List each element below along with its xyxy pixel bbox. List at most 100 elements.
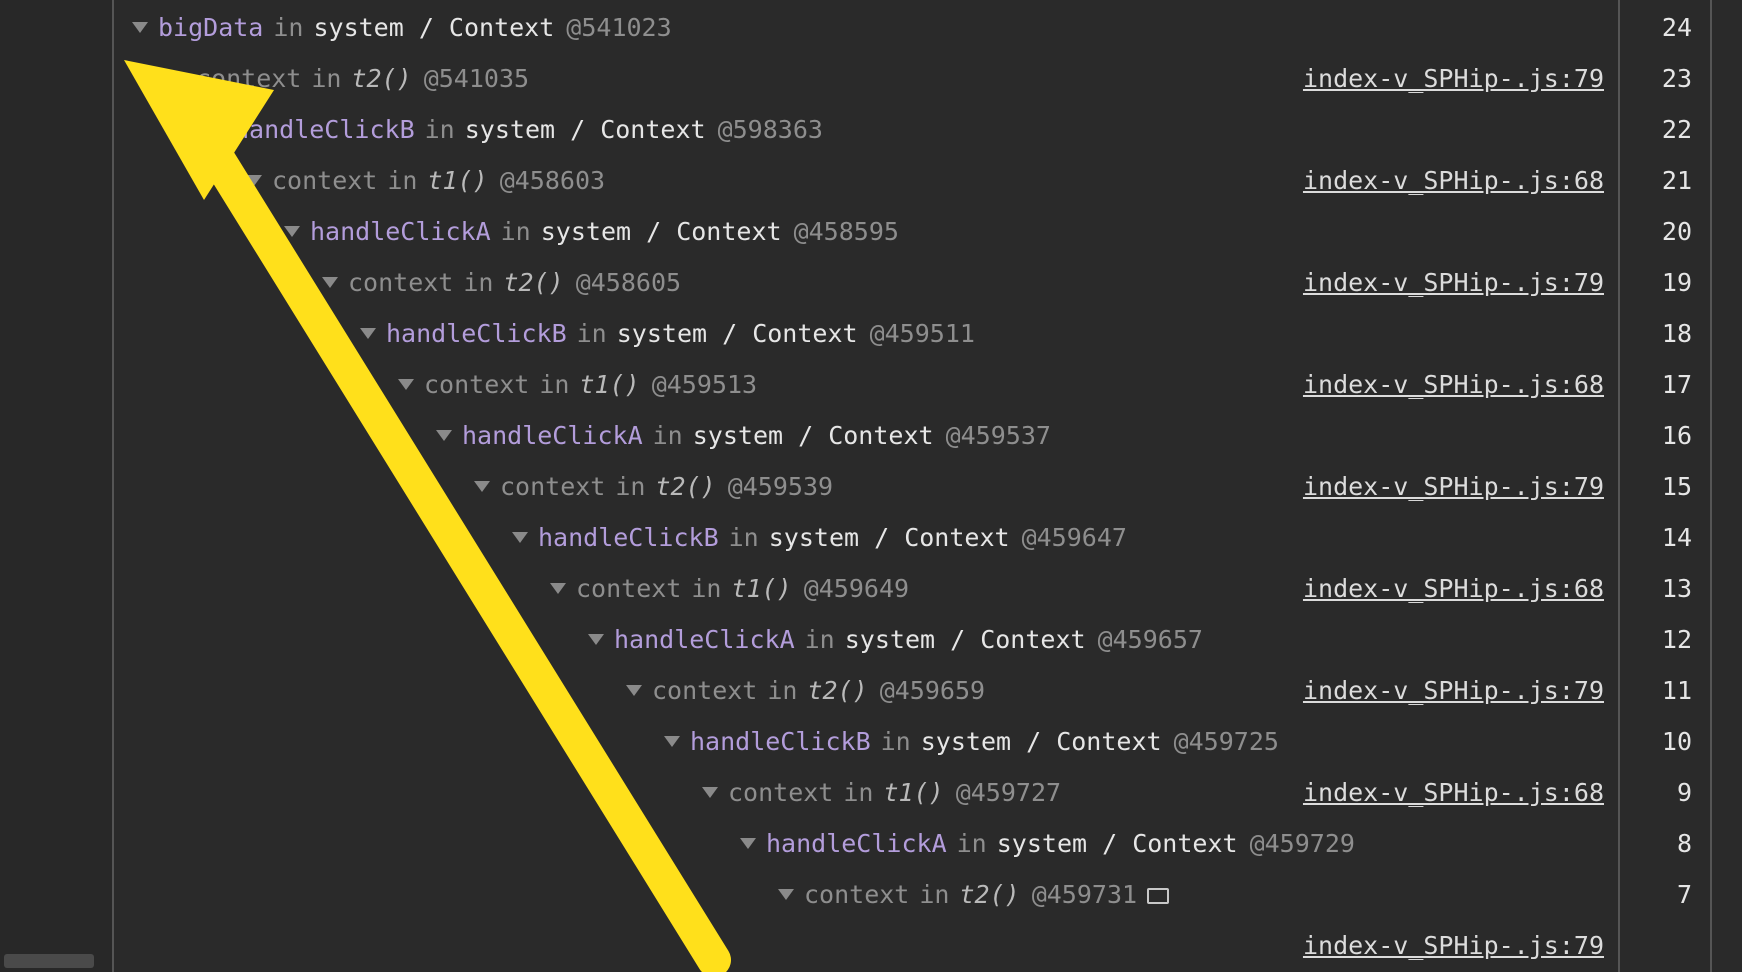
in-keyword: in [311, 64, 341, 93]
tree-row[interactable]: contextint2()@459659index-v_SPHip-.js:79 [114, 665, 1618, 716]
retainers-tree[interactable]: bigDatainsystem / Context@541023contexti… [114, 0, 1618, 972]
tree-row[interactable]: contextint1()@459513index-v_SPHip-.js:68 [114, 359, 1618, 410]
tree-row[interactable]: bigDatainsystem / Context@541023 [114, 2, 1618, 53]
tree-row[interactable]: handleClickAinsystem / Context@459657 [114, 614, 1618, 665]
tree-row[interactable]: handleClickBinsystem / Context@598363 [114, 104, 1618, 155]
tree-row[interactable]: context in t1() @458603 index-v_SPHip-.js:68 [114, 155, 1618, 206]
tree-row[interactable]: handleClickAinsystem / Context@459537 [114, 410, 1618, 461]
source-link[interactable]: index-v_SPHip-.js:79 [1291, 676, 1604, 705]
in-keyword: in [501, 217, 531, 246]
scrollbar-stub[interactable] [4, 954, 94, 968]
property-name: context [272, 166, 377, 195]
property-name: handleClickB [690, 727, 871, 756]
container-label: system / Context [845, 625, 1086, 654]
tree-row[interactable]: handleClickAinsystem / Context@459729 [114, 818, 1618, 869]
tree-row[interactable]: contextint1()@459727index-v_SPHip-.js:68 [114, 767, 1618, 818]
in-keyword: in [539, 370, 569, 399]
source-link[interactable]: index-v_SPHip-.js:79 [1291, 64, 1604, 93]
source-link[interactable]: index-v_SPHip-.js:68 [1291, 574, 1604, 603]
distance-value: 8 [1620, 818, 1692, 869]
property-name: context [424, 370, 529, 399]
distance-value: 23 [1620, 53, 1692, 104]
disclosure-triangle-icon[interactable] [702, 787, 718, 798]
container-label: system / Context [313, 13, 554, 42]
disclosure-triangle-icon[interactable] [664, 736, 680, 747]
distance-value: 13 [1620, 563, 1692, 614]
property-name: bigData [158, 13, 263, 42]
in-keyword: in [387, 166, 417, 195]
property-name: context [196, 64, 301, 93]
disclosure-triangle-icon[interactable] [474, 481, 490, 492]
disclosure-triangle-icon[interactable] [398, 379, 414, 390]
tree-row[interactable]: contextint2()@459539index-v_SPHip-.js:79 [114, 461, 1618, 512]
source-link[interactable]: index-v_SPHip-.js:79 [1291, 268, 1604, 297]
disclosure-triangle-icon[interactable] [740, 838, 756, 849]
left-gutter [0, 0, 112, 972]
distance-value: 21 [1620, 155, 1692, 206]
source-link[interactable]: index-v_SPHip-.js:68 [1291, 778, 1604, 807]
disclosure-triangle-icon[interactable] [778, 889, 794, 900]
object-address: @598363 [718, 115, 823, 144]
disclosure-triangle-icon[interactable] [170, 73, 186, 84]
disclosure-triangle-icon[interactable] [550, 583, 566, 594]
property-name: handleClickB [538, 523, 719, 552]
function-name: t2() [503, 268, 563, 297]
disclosure-triangle-icon[interactable] [588, 634, 604, 645]
function-name: t1() [427, 166, 487, 195]
tree-row[interactable]: handleClickBinsystem / Context@459511 [114, 308, 1618, 359]
container-label: system / Context [921, 727, 1162, 756]
property-name: context [576, 574, 681, 603]
object-address: @459659 [880, 676, 985, 705]
object-address: @541035 [424, 64, 529, 93]
in-keyword: in [463, 268, 493, 297]
object-address: @459537 [946, 421, 1051, 450]
tree-row[interactable]: handleClickAinsystem / Context@458595 [114, 206, 1618, 257]
disclosure-triangle-icon[interactable] [208, 124, 224, 135]
in-keyword: in [615, 472, 645, 501]
property-name: handleClickB [234, 115, 415, 144]
disclosure-triangle-icon[interactable] [626, 685, 642, 696]
distance-value: 19 [1620, 257, 1692, 308]
in-keyword: in [805, 625, 835, 654]
distance-value: 15 [1620, 461, 1692, 512]
object-address: @459657 [1098, 625, 1203, 654]
function-name: t1() [731, 574, 791, 603]
container-label: system / Context [693, 421, 934, 450]
disclosure-triangle-icon[interactable] [132, 22, 148, 33]
distance-value: 20 [1620, 206, 1692, 257]
reveal-element-icon[interactable] [1147, 888, 1169, 904]
function-name: t1() [883, 778, 943, 807]
distance-value: 24 [1620, 2, 1692, 53]
disclosure-triangle-icon[interactable] [360, 328, 376, 339]
object-address: @458603 [500, 166, 605, 195]
object-address: @459513 [652, 370, 757, 399]
property-name: context [728, 778, 833, 807]
source-link[interactable]: index-v_SPHip-.js:68 [1291, 370, 1604, 399]
tree-row[interactable]: handleClickBinsystem / Context@459725 [114, 716, 1618, 767]
tree-row[interactable]: contextint2()@459731 [114, 869, 1618, 920]
tree-row[interactable]: contextint2()@541035index-v_SPHip-.js:79 [114, 53, 1618, 104]
source-link[interactable]: index-v_SPHip-.js:68 [1291, 166, 1604, 195]
disclosure-triangle-icon[interactable] [284, 226, 300, 237]
property-name: context [652, 676, 757, 705]
disclosure-triangle-icon[interactable] [512, 532, 528, 543]
in-keyword: in [273, 13, 303, 42]
tree-row[interactable]: handleClickBinsystem / Context@459647 [114, 512, 1618, 563]
tree-row[interactable]: context in t1() @459649 index-v_SPHip-.js:68 [114, 563, 1618, 614]
object-address: @459727 [956, 778, 1061, 807]
distance-value: 17 [1620, 359, 1692, 410]
container-label: system / Context [617, 319, 858, 348]
distance-value [1620, 920, 1692, 971]
disclosure-triangle-icon[interactable] [436, 430, 452, 441]
object-address: @459649 [804, 574, 909, 603]
in-keyword: in [691, 574, 721, 603]
source-link[interactable]: index-v_SPHip-.js:79 [1291, 931, 1604, 960]
source-link[interactable]: index-v_SPHip-.js:79 [1291, 472, 1604, 501]
tree-row[interactable]: contextint2()@458605index-v_SPHip-.js:79 [114, 257, 1618, 308]
distance-value: 11 [1620, 665, 1692, 716]
disclosure-triangle-icon[interactable] [322, 277, 338, 288]
in-keyword: in [729, 523, 759, 552]
disclosure-triangle-icon[interactable] [246, 175, 262, 186]
object-address: @458605 [576, 268, 681, 297]
distance-value: 22 [1620, 104, 1692, 155]
